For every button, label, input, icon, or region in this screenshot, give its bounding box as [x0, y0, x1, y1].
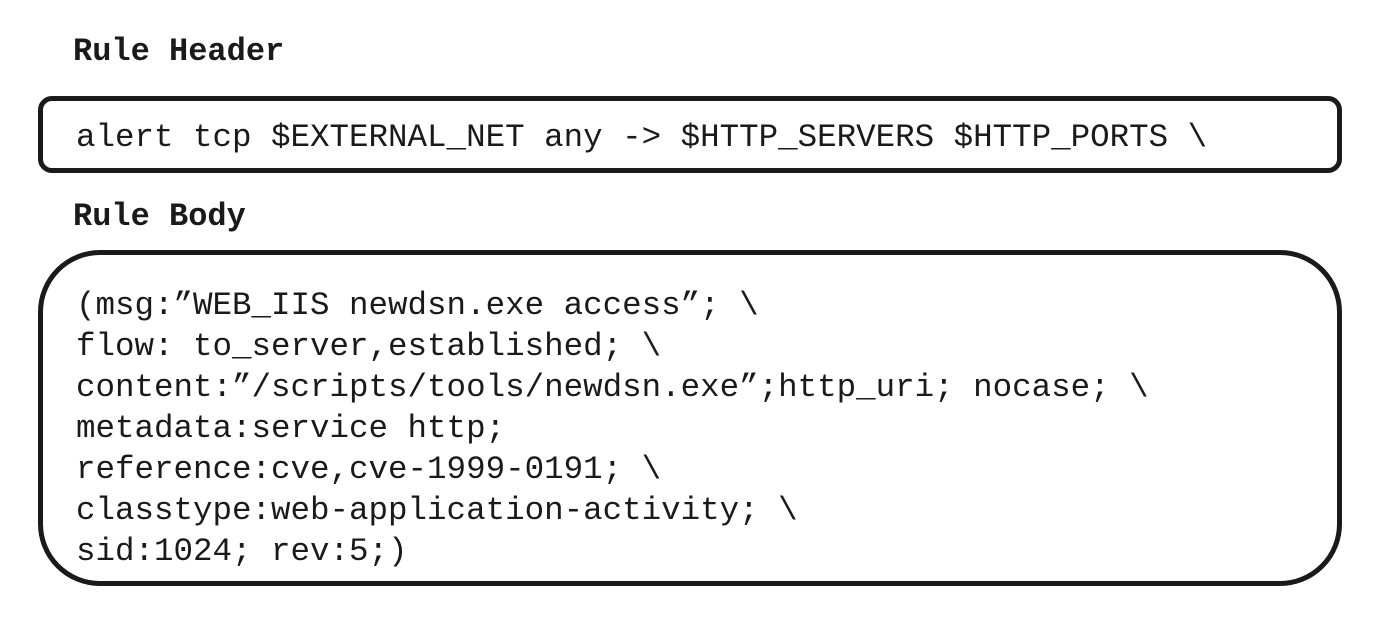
rule-body-line-classtype: classtype:web-application-activity; \	[76, 492, 798, 529]
rule-header-box: alert tcp $EXTERNAL_NET any -> $HTTP_SER…	[38, 96, 1342, 173]
rule-body-line-msg: (msg:”WEB_IIS newdsn.exe access”; \	[76, 287, 759, 324]
rule-header-title: Rule Header	[73, 33, 285, 70]
rule-body-title: Rule Body	[73, 198, 246, 235]
rule-body-line-metadata: metadata:service http;	[76, 410, 506, 447]
rule-body-box: (msg:”WEB_IIS newdsn.exe access”; \ flow…	[38, 250, 1342, 586]
rule-body-line-sid: sid:1024; rev:5;)	[76, 533, 408, 570]
rule-body-line-flow: flow: to_server,established; \	[76, 328, 662, 365]
rule-body-line-content: content:”/scripts/tools/newdsn.exe”;http…	[76, 369, 1149, 406]
rule-header-code: alert tcp $EXTERNAL_NET any -> $HTTP_SER…	[76, 119, 1208, 156]
rule-body-line-reference: reference:cve,cve-1999-0191; \	[76, 451, 662, 488]
rule-body-code: (msg:”WEB_IIS newdsn.exe access”; \ flow…	[76, 285, 1149, 572]
